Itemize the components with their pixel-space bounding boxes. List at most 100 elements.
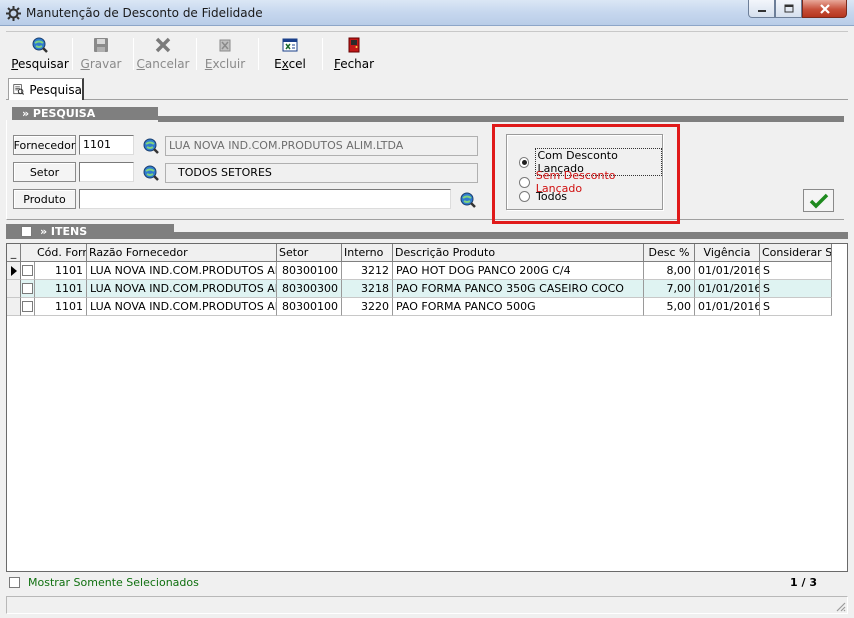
produto-search-icon[interactable] [459, 191, 477, 209]
search-globe-icon [31, 36, 49, 54]
close-icon [819, 3, 830, 14]
gravar-button[interactable]: Gravar [80, 36, 122, 74]
row-indicator [7, 280, 21, 298]
tab-pesquisa[interactable]: Pesquisa [8, 78, 84, 100]
show-selected-label[interactable]: Mostrar Somente Selecionados [28, 576, 199, 589]
radio-button[interactable] [519, 176, 530, 188]
cell-desc[interactable]: 8,00 [644, 262, 695, 280]
delete-icon [216, 36, 234, 54]
row-checkbox[interactable] [22, 265, 33, 276]
cell-vigencia[interactable]: 01/01/2016 [695, 280, 760, 298]
column-header[interactable]: Vigência [695, 244, 760, 262]
fechar-label: Fechar [333, 57, 375, 71]
minimize-button[interactable] [748, 0, 775, 18]
cell-razao[interactable]: LUA NOVA IND.COM.PRODUTOS ALIM [87, 298, 277, 316]
floppy-disk-icon [92, 36, 110, 54]
tab-pesquisa-label: Pesquisa [29, 82, 82, 97]
maximize-icon [784, 4, 793, 13]
produto-label-button[interactable]: Produto [13, 189, 76, 209]
fechar-button[interactable]: Fechar [332, 36, 376, 74]
column-header[interactable]: Descrição Produto [393, 244, 644, 262]
confirm-search-button[interactable] [803, 189, 834, 212]
radio-button[interactable] [519, 191, 530, 202]
cell-setor[interactable]: 80300100 [277, 262, 342, 280]
cell-setor[interactable]: 80300300 [277, 280, 342, 298]
column-header[interactable]: _ [7, 244, 21, 262]
row-checkbox[interactable] [22, 301, 33, 312]
excluir-label: Excluir [204, 57, 246, 71]
cell-desc[interactable]: 5,00 [644, 298, 695, 316]
desconto-filter-group: Com Desconto Lançado Sem Desconto Lançad… [506, 134, 663, 210]
row-select-cell[interactable] [21, 262, 35, 280]
pesquisa-section-header: » PESQUISA [12, 107, 158, 120]
setor-name-field: TODOS SETORES [165, 163, 478, 183]
setor-search-icon[interactable] [142, 164, 160, 182]
fornecedor-label-button[interactable]: Fornecedor [13, 135, 76, 155]
pesquisar-button[interactable]: Pesquisar [11, 36, 69, 74]
cell-interno[interactable]: 3212 [342, 262, 393, 280]
toolbar-separator [133, 38, 134, 70]
grid-footer: Mostrar Somente Selecionados 1 / 3 [6, 574, 848, 592]
row-indicator [7, 298, 21, 316]
minimize-icon [757, 9, 766, 12]
status-bar [6, 596, 848, 614]
gravar-label: Gravar [80, 57, 122, 71]
row-select-cell[interactable] [21, 298, 35, 316]
excel-icon [281, 36, 299, 54]
window-title: Manutenção de Desconto de Fidelidade [26, 6, 263, 20]
column-header[interactable]: Considerar ST [760, 244, 832, 262]
cell-descricao[interactable]: PAO HOT DOG PANCO 200G C/4 [393, 262, 644, 280]
document-search-icon [13, 84, 25, 95]
cell-setor[interactable]: 80300100 [277, 298, 342, 316]
tab-strip: Pesquisa [6, 77, 848, 100]
column-header[interactable]: Razão Fornecedor [87, 244, 277, 262]
close-button[interactable] [802, 0, 847, 18]
cell-interno[interactable]: 3218 [342, 280, 393, 298]
pesquisar-label: Pesquisar [11, 57, 69, 71]
row-select-cell[interactable] [21, 280, 35, 298]
cancelar-button[interactable]: Cancelar [137, 36, 189, 74]
radio-todos-label: Todos [536, 190, 568, 203]
excel-button[interactable]: Excel [268, 36, 312, 74]
fornecedor-search-icon[interactable] [142, 137, 160, 155]
fornecedor-code-input[interactable]: 1101 [79, 135, 134, 155]
row-checkbox[interactable] [22, 283, 33, 294]
fornecedor-name-field: LUA NOVA IND.COM.PRODUTOS ALIM.LTDA [165, 136, 478, 156]
radio-button[interactable] [519, 156, 530, 168]
cell-descricao[interactable]: PAO FORMA PANCO 350G CASEIRO COCO [393, 280, 644, 298]
resize-grip-icon[interactable] [834, 600, 846, 612]
setor-code-input[interactable] [79, 162, 134, 182]
radio-todos[interactable]: Todos [519, 190, 567, 203]
column-header[interactable]: Cód. Forn [35, 244, 87, 262]
cell-considerar-st[interactable]: S [760, 280, 832, 298]
cell-cod-forn[interactable]: 1101 [35, 262, 87, 280]
toolbar-separator [258, 38, 259, 70]
cell-vigencia[interactable]: 01/01/2016 [695, 298, 760, 316]
cell-cod-forn[interactable]: 1101 [35, 298, 87, 316]
cell-cod-forn[interactable]: 1101 [35, 280, 87, 298]
cell-desc[interactable]: 7,00 [644, 280, 695, 298]
select-all-checkbox[interactable] [21, 226, 32, 237]
cell-interno[interactable]: 3220 [342, 298, 393, 316]
column-header[interactable]: Desc % [644, 244, 695, 262]
toolbar-separator [322, 38, 323, 70]
cancel-x-icon [154, 36, 172, 54]
setor-label-button[interactable]: Setor [13, 162, 76, 182]
maximize-button[interactable] [775, 0, 802, 18]
exit-door-icon [345, 36, 363, 54]
toolbar-separator [72, 38, 73, 70]
green-check-icon [809, 193, 828, 208]
cell-vigencia[interactable]: 01/01/2016 [695, 262, 760, 280]
cancelar-label: Cancelar [136, 57, 190, 71]
cell-descricao[interactable]: PAO FORMA PANCO 500G [393, 298, 644, 316]
show-selected-checkbox[interactable] [9, 577, 20, 588]
excluir-button[interactable]: Excluir [204, 36, 246, 74]
produto-input[interactable] [79, 189, 451, 209]
cell-razao[interactable]: LUA NOVA IND.COM.PRODUTOS ALIM [87, 262, 277, 280]
column-header[interactable]: Setor [277, 244, 342, 262]
cell-considerar-st[interactable]: S [760, 298, 832, 316]
cell-razao[interactable]: LUA NOVA IND.COM.PRODUTOS ALIM [87, 280, 277, 298]
cell-considerar-st[interactable]: S [760, 262, 832, 280]
toolbar: Pesquisar Gravar Cancelar Excluir Excel … [6, 31, 848, 75]
column-header[interactable]: Interno [342, 244, 393, 262]
